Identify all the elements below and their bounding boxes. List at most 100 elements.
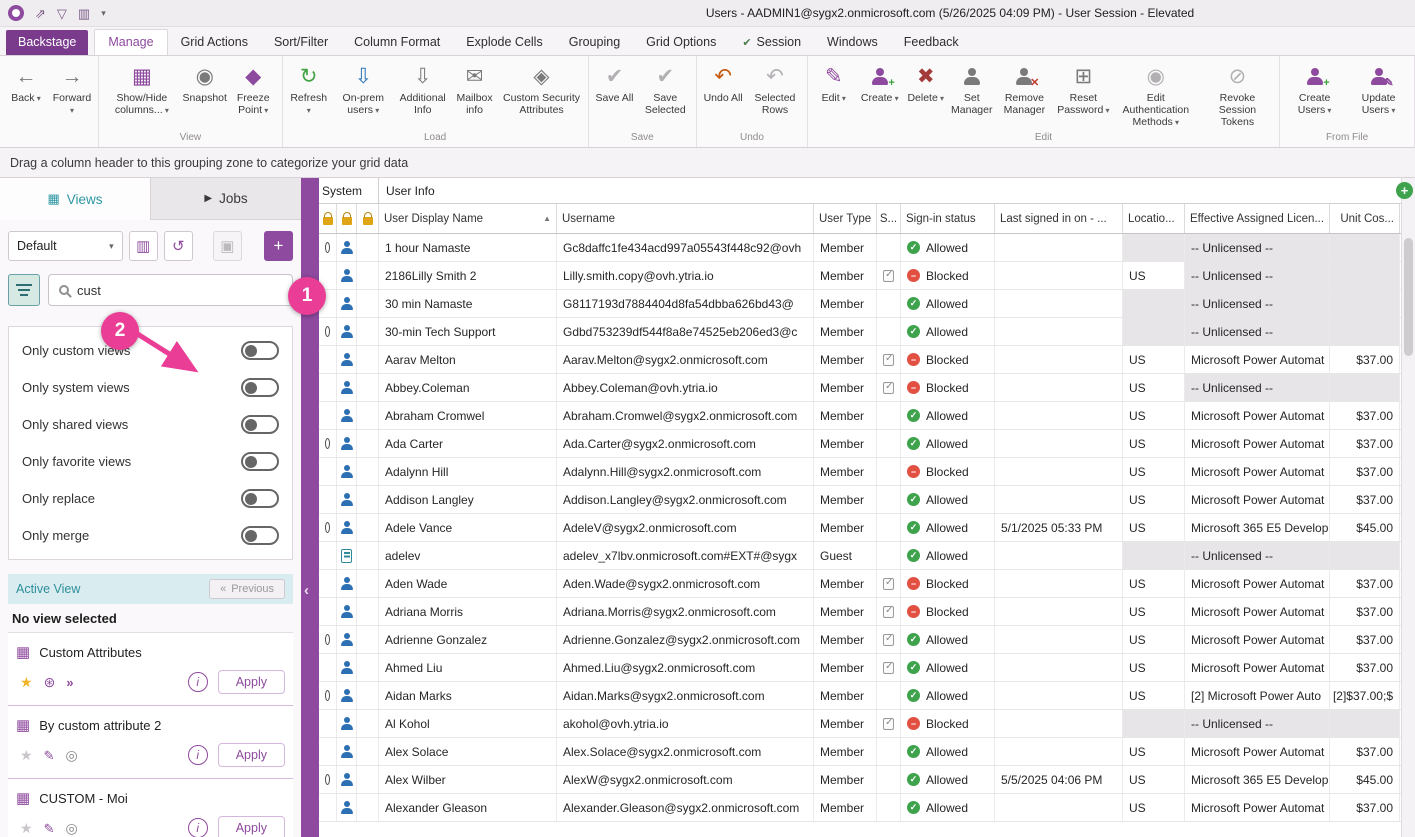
add-view-button[interactable]: + [264, 231, 293, 261]
ribbon-button[interactable]: ◈ Custom Security Attributes ▾ [499, 58, 585, 118]
reset-view-button[interactable]: ↺ [164, 231, 193, 261]
info-button[interactable]: i [188, 745, 208, 765]
ribbon-button[interactable]: ✔ Save All ▾ [592, 58, 638, 106]
user-row[interactable]: Addison Langley Addison.Langley@sygx2.on… [319, 486, 1401, 514]
ribbon-button[interactable]: ⊘ Revoke Session Tokens ▾ [1199, 58, 1276, 130]
view-flag-icon[interactable]: ✎ [44, 822, 55, 835]
group-header-system[interactable]: System [319, 178, 379, 203]
view-flag-icon[interactable]: ◎ [65, 748, 77, 762]
sidebar-tab[interactable]: ▶ Jobs [150, 178, 301, 220]
column-header[interactable]: Sign-in status ▲ [901, 204, 995, 233]
user-row[interactable]: Adriana Morris Adriana.Morris@sygx2.onmi… [319, 598, 1401, 626]
cell-select[interactable] [319, 682, 337, 709]
user-row[interactable]: 30 min Namaste G8117193d7884404d8fa54dbb… [319, 290, 1401, 318]
view-card[interactable]: ▦ Custom Attributes ★⊛» i Apply [8, 633, 293, 706]
view-search-input[interactable]: cust [48, 274, 293, 306]
ribbon-tab[interactable]: ✔ Feedback [891, 30, 972, 55]
ribbon-button[interactable]: ← Back ▾ [3, 58, 49, 106]
ribbon-button[interactable]: ◉ Edit Authentication Methods ▾ [1113, 58, 1199, 130]
info-button[interactable]: i [188, 672, 208, 692]
apply-view-button[interactable]: Apply [218, 743, 285, 767]
ribbon-button[interactable]: ✖ Delete ▾ [903, 58, 949, 106]
ribbon-button[interactable]: + Create ▾ [857, 58, 903, 106]
user-row[interactable]: Adalynn Hill Adalynn.Hill@sygx2.onmicros… [319, 458, 1401, 486]
view-flag-icon[interactable]: ★ [20, 675, 33, 689]
filter-icon[interactable]: ▽ [57, 7, 67, 20]
cell-select[interactable] [319, 710, 337, 737]
cell-select[interactable] [319, 458, 337, 485]
view-selector[interactable]: Default ▾ [8, 231, 123, 261]
user-row[interactable]: adelev adelev_x7lbv.onmicrosoft.com#EXT#… [319, 542, 1401, 570]
user-row[interactable]: Ahmed Liu Ahmed.Liu@sygx2.onmicrosoft.co… [319, 654, 1401, 682]
user-row[interactable]: 2186Lilly Smith 2 Lilly.smith.copy@ovh.y… [319, 262, 1401, 290]
column-header[interactable]: User Display Name ▲ [379, 204, 557, 233]
ribbon-button[interactable]: ↶ Selected Rows ▾ [746, 58, 804, 118]
ribbon-button[interactable]: ✉ Mailbox info ▾ [451, 58, 499, 118]
ribbon-tab[interactable]: ✔ Backstage [6, 30, 88, 55]
sidebar-tab[interactable]: ▦ Views [0, 178, 150, 220]
view-flag-icon[interactable]: ⊛ [44, 675, 56, 689]
cell-select[interactable] [319, 402, 337, 429]
add-button[interactable]: + [1396, 182, 1413, 199]
view-flag-icon[interactable]: » [66, 676, 73, 689]
view-card[interactable]: ▦ CUSTOM - Moi ★✎◎ i Apply [8, 779, 293, 837]
sync-checkbox[interactable] [883, 606, 894, 618]
user-row[interactable]: Al Kohol akohol@ovh.ytria.io Member Bloc… [319, 710, 1401, 738]
info-button[interactable]: i [188, 818, 208, 837]
sync-checkbox[interactable] [883, 270, 894, 282]
ribbon-button[interactable]: ⇩ Additional Info ▾ [395, 58, 451, 118]
ribbon-tab[interactable]: ✔ Grid Actions [168, 30, 261, 55]
cell-select[interactable] [319, 794, 337, 821]
previous-view-button[interactable]: « Previous [209, 579, 285, 599]
toggle-switch[interactable] [241, 526, 279, 545]
ribbon-tab[interactable]: ✔ Manage [94, 29, 167, 55]
cell-select[interactable] [319, 430, 337, 457]
apply-view-button[interactable]: Apply [218, 816, 285, 837]
user-row[interactable]: Aarav Melton Aarav.Melton@sygx2.onmicros… [319, 346, 1401, 374]
ribbon-button[interactable]: ↶ Undo All ▾ [700, 58, 746, 106]
sync-checkbox[interactable] [883, 634, 894, 646]
cell-select[interactable] [319, 346, 337, 373]
sync-checkbox[interactable] [883, 354, 894, 366]
group-header-userinfo[interactable]: User Info [379, 184, 1401, 198]
user-row[interactable]: Ada Carter Ada.Carter@sygx2.onmicrosoft.… [319, 430, 1401, 458]
user-row[interactable]: Adrienne Gonzalez Adrienne.Gonzalez@sygx… [319, 626, 1401, 654]
ribbon-button[interactable]: ▦ Show/Hide columns... ▾ [102, 58, 182, 118]
view-flag-icon[interactable]: ★ [20, 748, 33, 762]
toggle-switch[interactable] [241, 415, 279, 434]
save-view-button[interactable]: ▣ [213, 231, 242, 261]
scrollbar-thumb[interactable] [1404, 238, 1413, 356]
toggle-switch[interactable] [241, 489, 279, 508]
cell-select[interactable] [319, 598, 337, 625]
user-row[interactable]: Abraham Cromwel Abraham.Cromwel@sygx2.on… [319, 402, 1401, 430]
sync-checkbox[interactable] [883, 662, 894, 674]
user-row[interactable]: Alex Wilber AlexW@sygx2.onmicrosoft.com … [319, 766, 1401, 794]
ribbon-tab[interactable]: ✔ Grouping [556, 30, 633, 55]
ribbon-tab[interactable]: ✔ Session [729, 30, 814, 55]
share-icon[interactable]: ⇗ [35, 7, 46, 20]
choose-columns-button[interactable]: ▥ [129, 231, 158, 261]
ribbon-button[interactable]: ✔ Save Selected ▾ [638, 58, 694, 118]
view-flag-icon[interactable]: ★ [20, 821, 33, 835]
ribbon-button[interactable]: ⊞ Reset Password ▾ [1054, 58, 1113, 118]
user-row[interactable]: Aidan Marks Aidan.Marks@sygx2.onmicrosof… [319, 682, 1401, 710]
ribbon-button[interactable]: → Forward ▾ [49, 58, 95, 118]
column-header[interactable]: Username ▲ [557, 204, 814, 233]
column-header[interactable]: Effective Assigned Licen... ▲ [1185, 204, 1330, 233]
user-row[interactable]: Aden Wade Aden.Wade@sygx2.onmicrosoft.co… [319, 570, 1401, 598]
cell-select[interactable] [319, 626, 337, 653]
copy-grid-icon[interactable]: ▥ [78, 7, 90, 20]
ribbon-tab[interactable]: ✔ Grid Options [633, 30, 729, 55]
user-row[interactable]: 30-min Tech Support Gdbd753239df544f8a8e… [319, 318, 1401, 346]
cell-select[interactable] [319, 738, 337, 765]
toolbar-dropdown-icon[interactable]: ▾ [101, 9, 106, 18]
ribbon-tab[interactable]: ✔ Explode Cells [453, 30, 555, 55]
apply-view-button[interactable]: Apply [218, 670, 285, 694]
cell-select[interactable] [319, 542, 337, 569]
ribbon-button[interactable]: ◆ Freeze Point ▾ [228, 58, 279, 118]
column-header[interactable]: User Type ▲ [814, 204, 877, 233]
ribbon-button[interactable]: + Create Users ▾ [1283, 58, 1346, 118]
column-header[interactable]: ▲ [337, 204, 357, 233]
user-row[interactable]: Adele Vance AdeleV@sygx2.onmicrosoft.com… [319, 514, 1401, 542]
sync-checkbox[interactable] [883, 718, 894, 730]
